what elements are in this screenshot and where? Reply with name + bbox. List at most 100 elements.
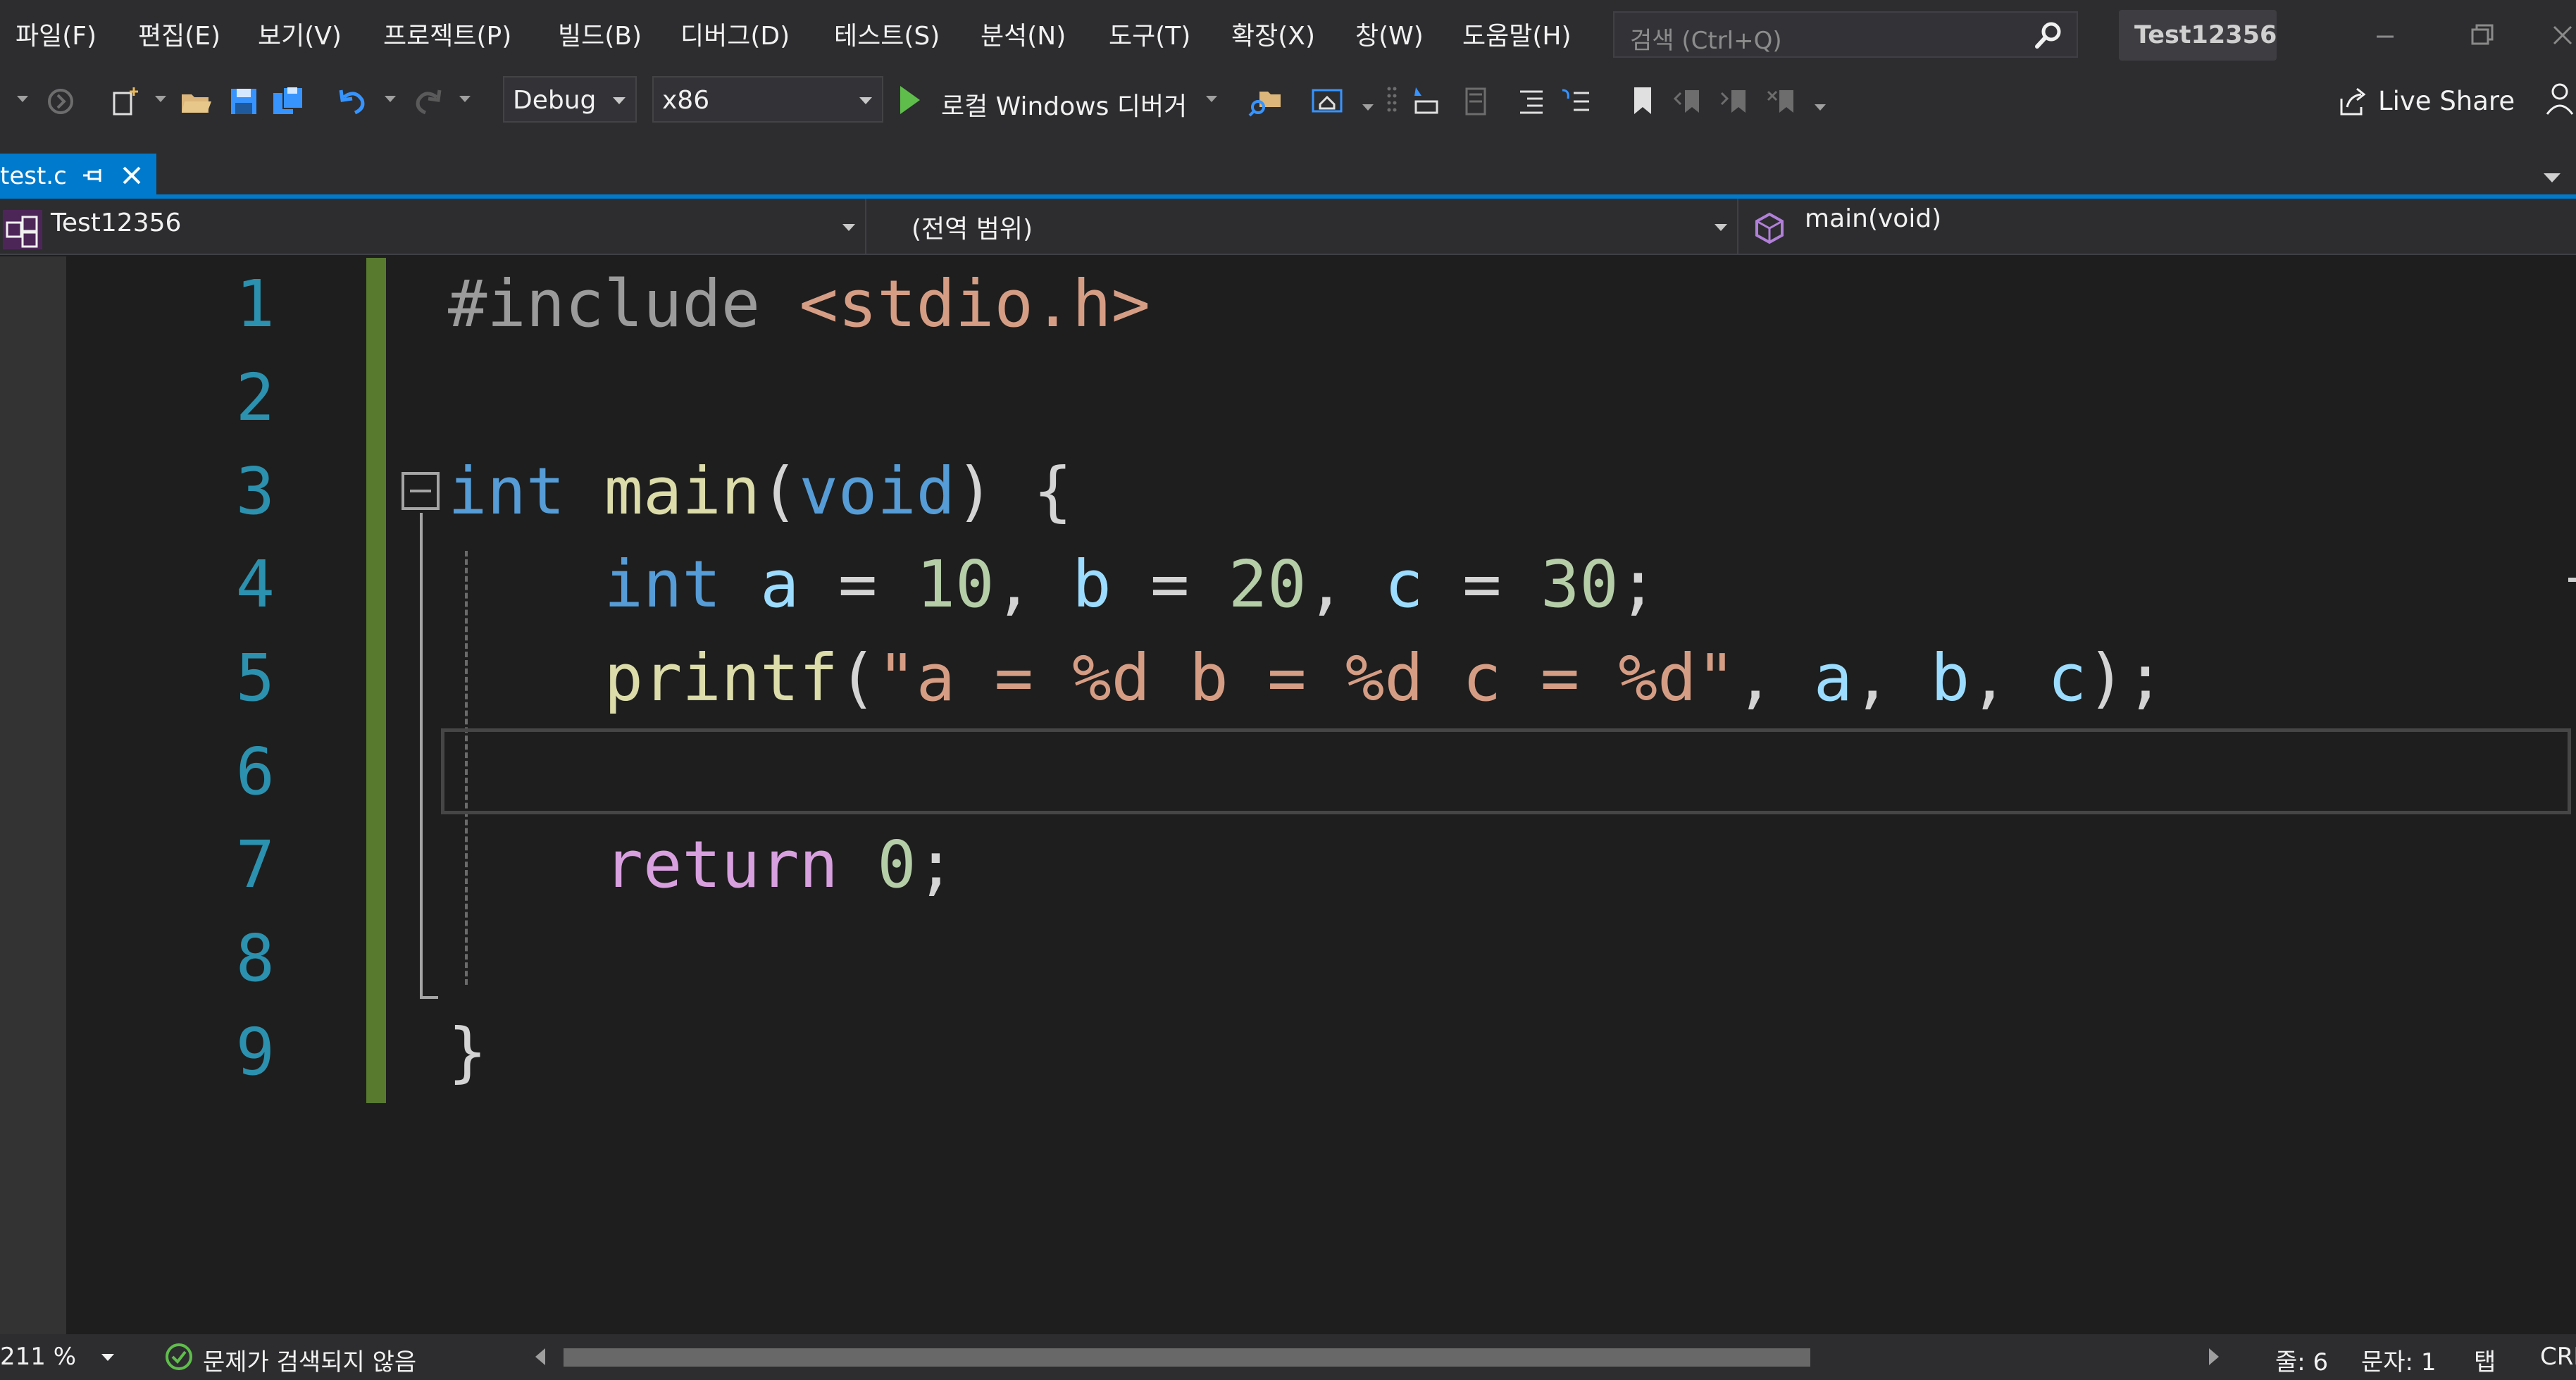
line-number: 4 bbox=[235, 547, 275, 622]
zoom-level: 211 % bbox=[0, 1343, 77, 1371]
menu-extensions[interactable]: 확장(X) bbox=[1231, 15, 1315, 52]
scroll-right-arrow[interactable] bbox=[2209, 1348, 2219, 1365]
minimize-button[interactable] bbox=[2364, 14, 2406, 56]
scroll-marker bbox=[2568, 578, 2576, 582]
redo-dropdown[interactable] bbox=[459, 96, 471, 102]
code-line-9[interactable]: } bbox=[448, 1006, 487, 1099]
menu-build[interactable]: 빌드(B) bbox=[558, 15, 642, 52]
pin-icon[interactable] bbox=[79, 162, 107, 190]
scroll-left-arrow[interactable] bbox=[535, 1348, 545, 1365]
menu-test[interactable]: 테스트(S) bbox=[834, 15, 940, 52]
clear-bookmarks-icon[interactable] bbox=[1765, 83, 1802, 120]
live-share-label: Live Share bbox=[2378, 86, 2515, 116]
project-select[interactable]: Test12356 bbox=[0, 203, 862, 249]
find-in-files-icon[interactable] bbox=[1247, 83, 1283, 120]
navigation-bar: Test12356 (전역 범위) main(void) bbox=[0, 199, 2576, 255]
open-file-icon[interactable] bbox=[178, 83, 214, 120]
punctuation: ) { bbox=[955, 454, 1073, 529]
search-placeholder: 검색 (Ctrl+Q) bbox=[1630, 27, 1782, 55]
chevron-down-icon bbox=[859, 97, 872, 104]
punctuation: ( bbox=[838, 640, 878, 716]
platform-select[interactable]: x86 bbox=[652, 76, 883, 123]
line-indicator[interactable]: 줄: 6 bbox=[2275, 1343, 2328, 1377]
member-select[interactable]: main(void) bbox=[1740, 203, 2576, 249]
solution-name: Test12356 bbox=[2134, 21, 2277, 49]
share-icon bbox=[2340, 87, 2366, 116]
number-literal: 10 bbox=[916, 547, 995, 622]
solution-explorer-icon[interactable] bbox=[1309, 83, 1345, 120]
nav-divider bbox=[865, 199, 866, 255]
forward-icon[interactable] bbox=[42, 83, 79, 120]
chevron-down-icon bbox=[1715, 224, 1727, 231]
indicator-margin[interactable] bbox=[0, 256, 66, 1334]
new-project-icon[interactable] bbox=[106, 83, 142, 120]
code-editor[interactable]: 1 2 3 4 5 6 7 8 9 #include <stdio.h> int… bbox=[0, 256, 2576, 1334]
next-bookmark-icon[interactable] bbox=[1717, 83, 1754, 120]
menu-project[interactable]: 프로젝트(P) bbox=[383, 15, 511, 52]
undo-dropdown[interactable] bbox=[385, 96, 396, 102]
close-window-button[interactable] bbox=[2543, 14, 2576, 56]
solution-name-badge: Test12356 bbox=[2119, 10, 2277, 61]
format-icon[interactable] bbox=[1513, 83, 1550, 120]
view-dropdown[interactable] bbox=[1362, 104, 1374, 111]
scrollbar-thumb[interactable] bbox=[564, 1348, 1810, 1367]
new-project-dropdown[interactable] bbox=[155, 96, 166, 102]
horizontal-scrollbar[interactable] bbox=[535, 1341, 2219, 1372]
comment-icon[interactable] bbox=[1558, 83, 1595, 120]
line-ending[interactable]: CRLF bbox=[2540, 1343, 2576, 1371]
menu-debug[interactable]: 디버그(D) bbox=[680, 15, 790, 52]
previous-bookmark-icon[interactable] bbox=[1671, 83, 1707, 120]
zoom-select[interactable]: 211 % bbox=[0, 1340, 117, 1375]
chevron-down-icon bbox=[842, 224, 855, 231]
number-literal: 20 bbox=[1228, 547, 1307, 622]
restore-button[interactable] bbox=[2461, 14, 2503, 56]
menu-help[interactable]: 도움말(H) bbox=[1462, 15, 1572, 52]
variable: b bbox=[1072, 547, 1112, 622]
collapse-toggle[interactable] bbox=[402, 472, 440, 510]
save-icon[interactable] bbox=[225, 83, 262, 120]
member-name: main(void) bbox=[1805, 204, 1942, 233]
undo-icon[interactable] bbox=[334, 83, 371, 120]
back-dropdown-arrow[interactable] bbox=[17, 96, 28, 102]
run-dropdown[interactable] bbox=[1206, 96, 1217, 102]
string-literal: "a = %d b = %d c = %d" bbox=[877, 640, 1736, 716]
step-into-icon[interactable] bbox=[1409, 83, 1445, 120]
code-line-5[interactable]: printf("a = %d b = %d c = %d", a, b, c); bbox=[448, 632, 2165, 725]
tab-list-dropdown[interactable] bbox=[2544, 173, 2561, 182]
punctuation: ); bbox=[2086, 640, 2165, 716]
menu-tools[interactable]: 도구(T) bbox=[1109, 15, 1190, 52]
configuration-select[interactable]: Debug bbox=[503, 76, 637, 123]
function-name: main bbox=[604, 454, 761, 529]
indent-mode[interactable]: 탭 bbox=[2474, 1343, 2496, 1377]
menu-analyze[interactable]: 분석(N) bbox=[981, 15, 1066, 52]
column-indicator[interactable]: 문자: 1 bbox=[2361, 1343, 2436, 1377]
menu-file[interactable]: 파일(F) bbox=[15, 15, 97, 52]
close-icon[interactable] bbox=[117, 161, 147, 190]
code-line-7[interactable]: return 0; bbox=[448, 819, 956, 912]
menu-window[interactable]: 창(W) bbox=[1355, 15, 1424, 52]
bookmark-icon[interactable] bbox=[1624, 83, 1661, 120]
document-tab-strip: test.c bbox=[0, 134, 2576, 199]
code-line-3[interactable]: int main(void) { bbox=[448, 445, 1072, 538]
punctuation: , bbox=[1306, 547, 1385, 622]
account-icon[interactable] bbox=[2544, 80, 2576, 120]
preprocessor-directive: #include bbox=[448, 266, 761, 342]
code-line-4[interactable]: int a = 10, b = 20, c = 30; bbox=[448, 538, 1658, 631]
check-circle-icon bbox=[166, 1343, 192, 1370]
menu-view[interactable]: 보기(V) bbox=[258, 15, 342, 52]
search-input[interactable]: 검색 (Ctrl+Q) bbox=[1613, 11, 2078, 58]
line-number: 6 bbox=[235, 734, 275, 809]
method-icon bbox=[1755, 212, 1784, 244]
closing-brace: } bbox=[448, 1014, 487, 1090]
change-tracking-bar bbox=[366, 258, 386, 1103]
punctuation: , bbox=[1853, 640, 1931, 716]
code-line-1[interactable]: #include <stdio.h> bbox=[448, 258, 1150, 351]
save-all-icon[interactable] bbox=[270, 83, 307, 120]
tab-test-c[interactable]: test.c bbox=[0, 154, 156, 199]
toolbar-overflow-arrow[interactable] bbox=[1815, 104, 1826, 111]
outdent-icon[interactable] bbox=[1455, 83, 1492, 120]
scope-select[interactable]: (전역 범위) bbox=[868, 203, 1734, 249]
scope-name: (전역 범위) bbox=[911, 215, 1033, 244]
redo-icon[interactable] bbox=[410, 83, 447, 120]
menu-edit[interactable]: 편집(E) bbox=[138, 15, 220, 52]
